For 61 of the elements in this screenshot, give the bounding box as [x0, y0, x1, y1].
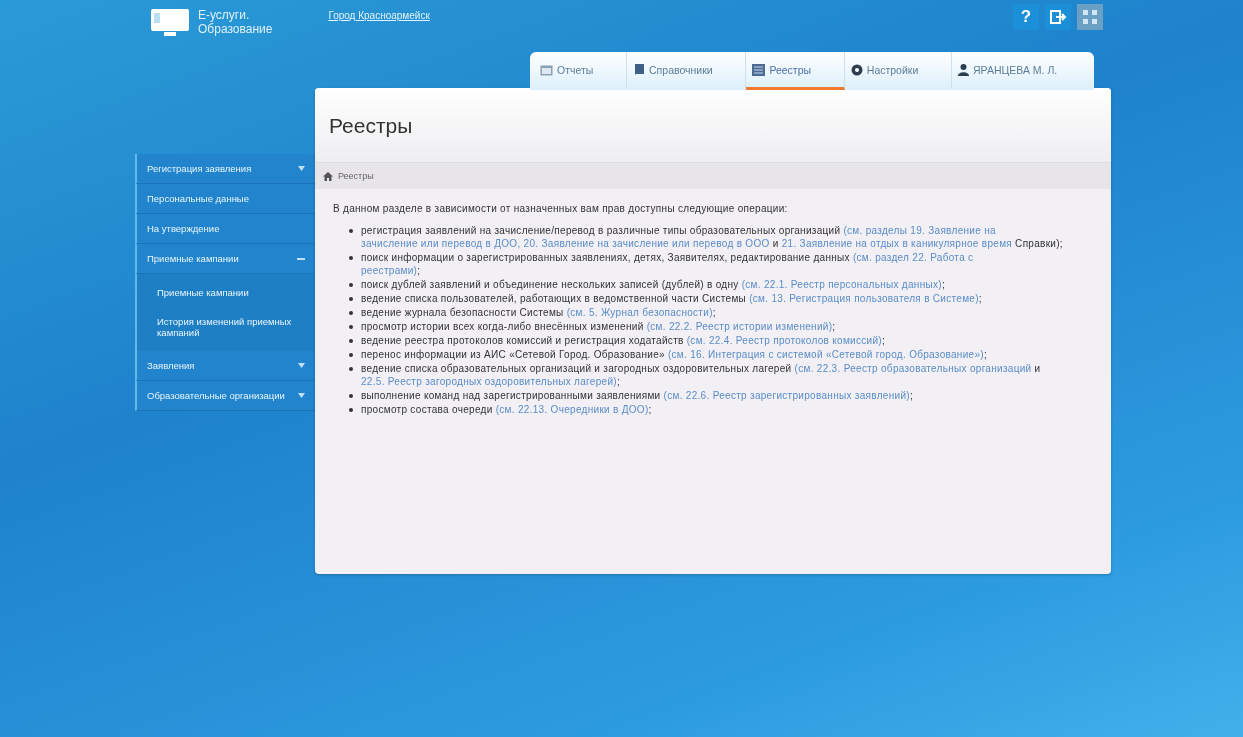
page-title: Реестры: [315, 88, 1111, 162]
logo-subtitle: Образование: [198, 22, 273, 36]
section-link[interactable]: (см. 22.4. Реестр протоколов комиссий): [686, 335, 882, 346]
section-link[interactable]: (см. 5. Журнал безопасности): [566, 307, 713, 318]
sidebar-subitem[interactable]: Приемные кампании: [137, 278, 315, 307]
user-icon: [958, 63, 970, 76]
section-link[interactable]: (см. 22.6. Реестр зарегистрированных заявлений): [663, 390, 910, 401]
book-icon: [633, 63, 646, 76]
sidebar-item[interactable]: Заявления: [135, 351, 315, 381]
breadcrumb-item[interactable]: Реестры: [338, 171, 374, 181]
calendar-icon: [540, 63, 553, 76]
section-link[interactable]: (см. 22.1. Реестр персональных данных): [741, 279, 942, 290]
section-link[interactable]: (см. разделы 19. Заявление на: [843, 225, 996, 236]
operation-item: перенос информации из АИС «Сетевой Город. Образование» (см. 16. Интеграция с системой «Сетевой город. Образование»);: [361, 348, 988, 362]
operation-item: просмотр состава очереди (см. 22.13. Очередники в ДОО);: [361, 403, 653, 417]
section-link[interactable]: зачисление или перевод в ДОО, 20. Заявление на зачисление или перевод в ООО: [361, 238, 770, 249]
grid-icon: [1082, 9, 1098, 25]
operation-item: ведение списка пользователей, работающих в ведомственной части Системы (см. 13. Регистрация пользователя в Системе);: [361, 292, 983, 306]
operation-item: поиск дублей заявлений и объединение нескольких записей (дублей) в одну (см. 22.1. Реестр персональных данных);: [361, 278, 946, 292]
section-link[interactable]: (см. 16. Интеграция с системой «Сетевой город. Образование»): [667, 349, 984, 360]
section-link[interactable]: (см. раздел 22. Работа с: [852, 252, 974, 263]
region-link[interactable]: Город Красноармейск: [328, 10, 430, 21]
bullet-icon: [349, 297, 353, 301]
section-link[interactable]: (см. 22.13. Очередники в ДОО): [495, 404, 649, 415]
exit-icon: [1049, 8, 1067, 26]
section-link[interactable]: 22.5. Реестр загородных оздоровительных лагерей): [361, 376, 617, 387]
home-icon: [323, 171, 333, 181]
bullet-icon: [349, 256, 353, 260]
sidebar-subitem[interactable]: История изменений приемных кампаний: [137, 307, 315, 347]
settings-icon: [850, 63, 863, 76]
sidebar-item[interactable]: На утверждение: [135, 214, 315, 244]
monitor-logo-icon: [150, 6, 190, 38]
list-icon: [752, 63, 766, 76]
operation-item: регистрация заявлений на зачисление/перевод в различные типы образовательных организаций (см. разделы 19. Заявление на зачисление или перевод в ДОО, 20. Заявление на зачисление или перевод в ООО и 21. Заявление на отдых в каникулярное время Справки);: [361, 224, 1064, 251]
operation-item: ведение реестра протоколов комиссий и регистрация ходатайств (см. 22.4. Реестр протоколов комиссий);: [361, 334, 887, 348]
bullet-icon: [349, 339, 353, 343]
sidebar-item[interactable]: Регистрация заявления: [135, 154, 315, 184]
bullet-icon: [349, 311, 353, 315]
exit-button[interactable]: [1045, 4, 1071, 30]
operation-item: ведение журнала безопасности Системы (см. 5. Журнал безопасности);: [361, 306, 717, 320]
intro-text: В данном разделе в зависимости от назначенных вам прав доступны следующие операции:: [333, 203, 789, 214]
sidebar-item[interactable]: Приемные кампании: [135, 244, 315, 274]
bullet-icon: [349, 325, 353, 329]
bullet-icon: [349, 283, 353, 287]
operation-item: просмотр истории всех когда-либо внесённых изменений (см. 22.2. Реестр истории изменений);: [361, 320, 837, 334]
logo-title: Е-услуги.: [198, 8, 251, 22]
operation-item: поиск информации о зарегистрированных заявлениях, детях, Заявителях, редактирование данных (см. раздел 22. Работа с реестрами);: [361, 251, 975, 278]
section-link[interactable]: (см. 13. Регистрация пользователя в Системе): [749, 293, 979, 304]
sidebar-item[interactable]: Персональные данные: [135, 184, 315, 214]
nav-tab[interactable]: ЯРАНЦЕВА М. Л.: [952, 52, 1090, 90]
bullet-icon: [349, 353, 353, 357]
bullet-icon: [349, 367, 353, 371]
bullet-icon: [349, 408, 353, 412]
bullet-icon: [349, 394, 353, 398]
section-link[interactable]: (см. 22.3. Реестр образовательных организаций: [794, 363, 1032, 374]
operation-item: выполнение команд над зарегистрированными заявлениями (см. 22.6. Реестр зарегистрированных заявлений);: [361, 389, 914, 403]
operation-item: ведение списка образовательных организаций и загородных оздоровительных лагерей (см. 22.3. Реестр образовательных организаций и 22.5. Реестр загородных оздоровительных лагерей);: [361, 362, 1042, 389]
sidebar-item[interactable]: Образовательные организации: [135, 381, 315, 411]
bullet-icon: [349, 229, 353, 233]
section-link[interactable]: 21. Заявление на отдых в каникулярное время: [781, 238, 1013, 249]
help-button[interactable]: ?: [1013, 4, 1039, 30]
